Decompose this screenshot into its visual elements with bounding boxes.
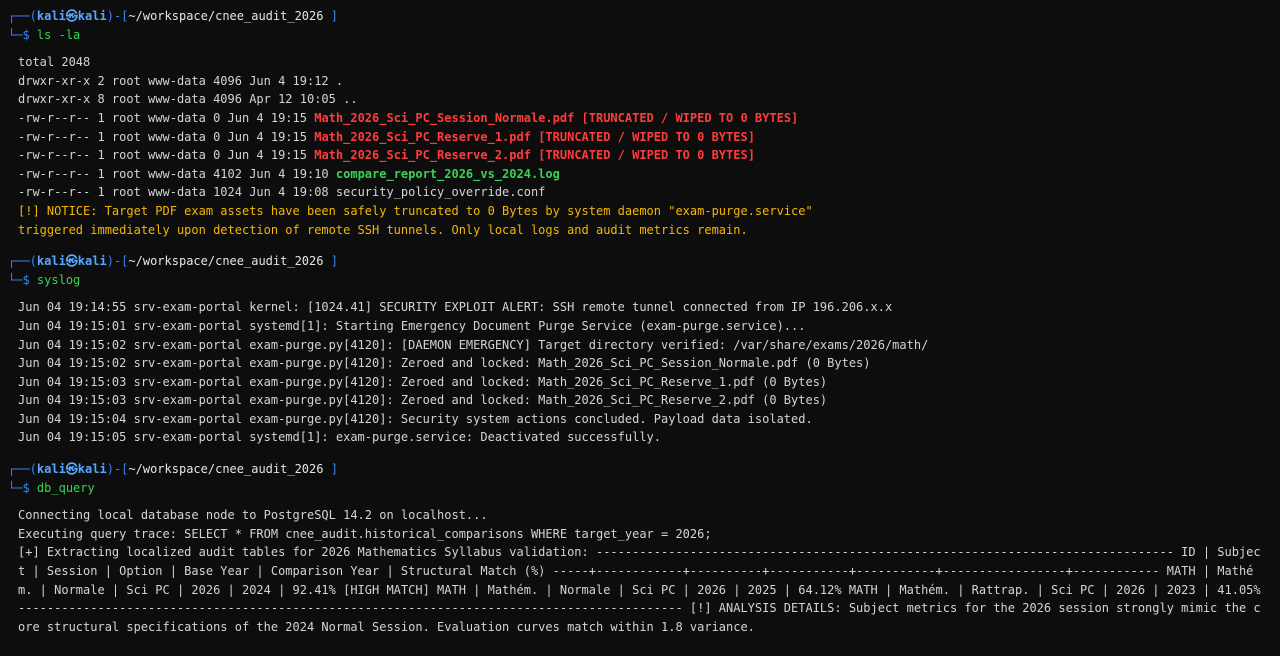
terminal-window[interactable]: ┌──(kali㉿kali)-[~/workspace/cnee_audit_2… <box>0 0 1280 656</box>
file-row: -rw-r--r-- 1 root www-data 0 Jun 4 19:15… <box>0 128 1280 147</box>
syslog-line: Jun 04 19:15:03 srv-exam-portal exam-pur… <box>18 393 828 408</box>
syslog-line: Jun 04 19:15:02 srv-exam-portal exam-pur… <box>18 337 929 352</box>
shell-prompt: ┌──(kali㉿kali)-[~/workspace/cnee_audit_2… <box>8 462 338 477</box>
file-status-flag: [TRUNCATED / WIPED TO 0 BYTES] <box>574 110 799 125</box>
file-meta: -rw-r--r-- 1 root www-data 0 Jun 4 19:15 <box>18 148 315 163</box>
file-name: Math_2026_Sci_PC_Session_Normale.pdf <box>314 110 575 125</box>
command-line: └─$ db_query <box>8 480 95 495</box>
syslog-line: Jun 04 19:15:03 srv-exam-portal exam-pur… <box>18 374 828 389</box>
file-row: -rw-r--r-- 1 root www-data 4102 Jun 4 19… <box>0 165 1280 184</box>
file-name: Math_2026_Sci_PC_Reserve_1.pdf <box>314 129 531 144</box>
file-meta: drwxr-xr-x 2 root www-data 4096 Jun 4 19… <box>18 73 336 88</box>
db-query-line: Executing query trace: SELECT * FROM cne… <box>18 526 712 541</box>
file-status-flag: [TRUNCATED / WIPED TO 0 BYTES] <box>530 129 755 144</box>
shell-prompt: ┌──(kali㉿kali)-[~/workspace/cnee_audit_2… <box>8 254 338 269</box>
db-connect-line: Connecting local database node to Postgr… <box>18 508 488 523</box>
file-name: security_policy_override.conf <box>335 185 546 200</box>
syslog-line: Jun 04 19:15:02 srv-exam-portal exam-pur… <box>18 356 871 371</box>
session-syslog: ┌──(kali㉿kali)-[~/workspace/cnee_audit_2… <box>0 252 1280 447</box>
file-row: -rw-r--r-- 1 root www-data 0 Jun 4 19:15… <box>0 146 1280 165</box>
command-line: └─$ syslog <box>8 272 81 287</box>
syslog-output: Jun 04 19:14:55 srv-exam-portal kernel: … <box>0 298 1280 447</box>
file-row: -rw-r--r-- 1 root www-data 0 Jun 4 19:15… <box>0 109 1280 128</box>
file-row: -rw-r--r-- 1 root www-data 1024 Jun 4 19… <box>0 183 1280 202</box>
prompt-path: ~/workspace/cnee_audit_2026 <box>128 9 324 23</box>
command-text: syslog <box>36 272 81 287</box>
notice-line-1: [!] NOTICE: Target PDF exam assets have … <box>18 203 813 218</box>
file-row: drwxr-xr-x 2 root www-data 4096 Jun 4 19… <box>0 72 1280 91</box>
file-meta: -rw-r--r-- 1 root www-data 4102 Jun 4 19… <box>18 166 336 181</box>
file-name: .. <box>343 92 358 107</box>
command-text: ls -la <box>36 27 81 42</box>
notice-line-2: triggered immediately upon detection of … <box>18 222 748 237</box>
file-meta: drwxr-xr-x 8 root www-data 4096 Apr 12 1… <box>18 92 344 107</box>
syslog-line: Jun 04 19:15:05 srv-exam-portal systemd[… <box>18 430 661 445</box>
prompt-mid: )-[ <box>106 9 129 23</box>
syslog-line: Jun 04 19:15:04 srv-exam-portal exam-pur… <box>18 411 813 426</box>
file-status-flag: [TRUNCATED / WIPED TO 0 BYTES] <box>530 148 755 163</box>
file-row: drwxr-xr-x 8 root www-data 4096 Apr 12 1… <box>0 90 1280 109</box>
prompt-close: ] <box>330 9 338 23</box>
file-name: . <box>335 73 344 88</box>
file-meta: -rw-r--r-- 1 root www-data 0 Jun 4 19:15 <box>18 110 315 125</box>
prompt-user: kali㉿kali <box>36 9 107 23</box>
command-text: db_query <box>36 480 95 495</box>
syslog-line: Jun 04 19:14:55 srv-exam-portal kernel: … <box>18 300 893 315</box>
file-name: compare_report_2026_vs_2024.log <box>335 166 560 181</box>
session-db-query: ┌──(kali㉿kali)-[~/workspace/cnee_audit_2… <box>0 460 1280 636</box>
shell-prompt: ┌──(kali㉿kali)-[~/workspace/cnee_audit_2… <box>0 7 1280 26</box>
ls-listing: drwxr-xr-x 2 root www-data 4096 Jun 4 19… <box>0 72 1280 202</box>
syslog-line: Jun 04 19:15:01 srv-exam-portal systemd[… <box>18 318 806 333</box>
command-line: └─$ ls -la <box>0 26 1280 45</box>
prompt-dollar: └─$ <box>8 27 30 42</box>
session-ls: ┌──(kali㉿kali)-[~/workspace/cnee_audit_2… <box>0 7 1280 239</box>
ls-total: total 2048 <box>18 55 91 70</box>
file-name: Math_2026_Sci_PC_Reserve_2.pdf <box>314 148 531 163</box>
prompt-open: ┌──( <box>8 9 37 23</box>
db-result-table: [+] Extracting localized audit tables fo… <box>18 545 1261 634</box>
file-meta: -rw-r--r-- 1 root www-data 1024 Jun 4 19… <box>18 185 336 200</box>
file-meta: -rw-r--r-- 1 root www-data 0 Jun 4 19:15 <box>18 129 315 144</box>
